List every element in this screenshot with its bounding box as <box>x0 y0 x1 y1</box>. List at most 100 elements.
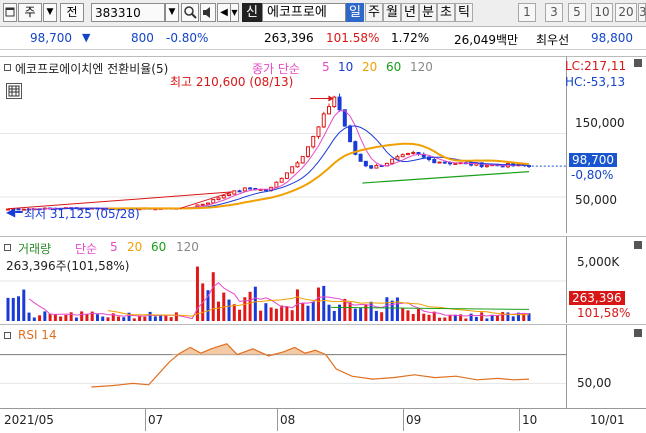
interval-button-5[interactable]: 3 <box>638 3 646 22</box>
stock-name-label: 에코프로에 <box>267 5 327 20</box>
volume-bar <box>32 317 36 321</box>
rsi-chart[interactable] <box>0 325 566 409</box>
interval-button-2[interactable]: 5 <box>568 3 586 22</box>
code-dropdown-icon[interactable]: ▼ <box>165 3 179 22</box>
volume-ma5-line <box>28 282 530 320</box>
interval-button-0[interactable]: 1 <box>518 3 536 22</box>
rsi-chart-panel[interactable]: RSI 14 <box>0 324 566 409</box>
price-panel-close-icon[interactable] <box>634 59 642 67</box>
price-candle-body <box>205 202 210 205</box>
period-tab-4[interactable]: 분 <box>419 3 437 22</box>
price-ma-period-5: 5 <box>322 60 330 74</box>
volume-bar <box>80 311 84 321</box>
volume-bar <box>506 312 510 321</box>
price-candle-body <box>279 177 284 183</box>
volume-bar <box>85 314 89 321</box>
market-label: 주 <box>24 5 36 19</box>
price-chart-panel[interactable]: 에코프로에이치엔 전환비율(5) 종가 단순 5 10 20 60 120 최고 210… <box>0 56 566 233</box>
interval-button-4[interactable]: 20 <box>615 3 637 22</box>
rsi-panel-close-icon[interactable] <box>634 329 642 337</box>
price-candle-body <box>369 165 374 169</box>
volume-bar <box>348 302 352 321</box>
period-tab-0[interactable]: 일 <box>346 3 364 22</box>
current-volume-ratio: 101,58% <box>577 306 631 320</box>
volume-bar <box>248 291 252 321</box>
rsi-tick-50: 50,00 <box>577 376 612 390</box>
volume-panel-close-icon[interactable] <box>634 241 642 249</box>
current-change-label: -0,80% <box>571 168 614 182</box>
mode-select[interactable]: 전 <box>60 3 84 22</box>
period-tab-1[interactable]: 주 <box>365 3 383 22</box>
price-candle-body <box>432 159 437 164</box>
volume-bar <box>332 310 336 321</box>
price-candle-body <box>400 154 405 158</box>
volume-bar <box>74 317 78 321</box>
hc-label: HC:-53,13 <box>565 75 626 89</box>
low-price-annotation: 최저 31,125 (05/28) <box>24 207 140 221</box>
volume-value-label: 263,396주(101,58%) <box>6 259 130 273</box>
price-tick-150000: 150,000 <box>575 116 625 130</box>
price-candle-body <box>311 135 316 148</box>
date-label-5: 10/01 <box>590 413 625 427</box>
period-tab-6[interactable]: 틱 <box>455 3 473 22</box>
volume-collapse-icon[interactable] <box>4 244 11 251</box>
rsi-collapse-icon[interactable] <box>4 332 11 339</box>
market-dropdown-icon[interactable]: ▼ <box>43 3 57 22</box>
price-axis: LC:217,11 HC:-53,13 150,000 50,000 98,70… <box>565 56 646 233</box>
volume-bar <box>174 312 178 321</box>
price-panel-title: 에코프로에이치엔 전환비율(5) <box>15 62 169 76</box>
volume-bar <box>238 309 242 321</box>
price-candle-body <box>348 125 353 143</box>
price-candle-body <box>453 162 458 165</box>
volume-chart-panel[interactable]: 거래량 단순 5 20 60 120 263,396주(101,58%) <box>0 236 566 323</box>
price-candle-body <box>227 193 232 197</box>
prev-icon[interactable]: ◀ <box>217 3 231 22</box>
interval-button-3[interactable]: 10 <box>591 3 613 22</box>
period-tab-3[interactable]: 년 <box>401 3 419 22</box>
interval-button-1[interactable]: 3 <box>545 3 563 22</box>
volume-bar <box>153 316 157 321</box>
search-icon[interactable] <box>181 3 199 22</box>
window-menu-icon[interactable] <box>3 3 17 22</box>
date-tick-mark <box>403 409 404 431</box>
volume-bar <box>59 316 63 321</box>
date-tick-mark <box>277 409 278 431</box>
sound-icon[interactable] <box>200 3 216 22</box>
market-select[interactable]: 주 <box>18 3 42 22</box>
volume-bar <box>53 314 57 321</box>
volume-bar <box>143 316 147 321</box>
menu-dropdown-icon[interactable]: ▼ <box>231 3 239 22</box>
price-candle-body <box>200 203 205 206</box>
date-axis: 2021/05 07 08 09 10 10/01 <box>0 408 646 433</box>
price-candle-body <box>274 181 279 188</box>
price-ma-period-20: 20 <box>362 60 378 74</box>
date-label-3: 09 <box>406 413 422 427</box>
date-label-1: 07 <box>148 413 164 427</box>
panel-collapse-icon[interactable] <box>4 64 11 71</box>
price-candle-body <box>327 106 332 115</box>
volume-bar <box>259 310 263 321</box>
price-ma-period-60: 60 <box>386 60 402 74</box>
high-price-annotation: 최고 210,600 (08/13) <box>170 75 294 89</box>
grid-table-icon[interactable] <box>6 83 22 99</box>
volume-bar <box>359 308 363 321</box>
volume-bar <box>22 289 26 321</box>
volume-bar <box>264 303 268 321</box>
volume-bar <box>411 314 415 321</box>
volume-bar <box>311 301 315 321</box>
volume-value: 263,396 <box>264 31 314 45</box>
volume-bar <box>385 297 389 321</box>
date-tick-mark <box>519 409 520 431</box>
signal-button[interactable]: 신 <box>242 3 262 22</box>
price-candle-body <box>221 195 226 199</box>
price-candle-body <box>405 153 410 156</box>
price-change-pct: -0.80% <box>166 31 209 45</box>
price-candle-body <box>300 155 305 164</box>
period-tab-2[interactable]: 월 <box>383 3 401 22</box>
price-ma-period-120: 120 <box>410 60 433 74</box>
stock-code-input[interactable] <box>91 3 165 22</box>
current-volume-box: 263,396 <box>569 291 625 305</box>
period-tab-5[interactable]: 초 <box>437 3 455 22</box>
volume-bar <box>95 314 99 321</box>
date-label-4: 10 <box>522 413 538 427</box>
